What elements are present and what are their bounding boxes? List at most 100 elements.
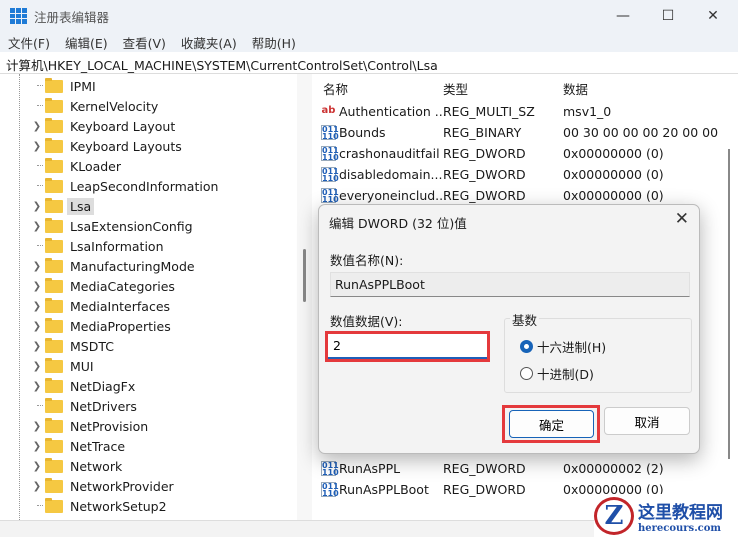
regedit-app-icon — [10, 8, 27, 24]
minimize-button[interactable]: — — [600, 0, 646, 32]
ok-button-highlight: 确定 — [502, 405, 600, 443]
tree-item[interactable]: ❯ NetTrace — [30, 436, 128, 456]
folder-icon — [45, 297, 63, 313]
chevron-right-icon[interactable]: ❯ — [30, 281, 44, 292]
value-data-highlight — [325, 331, 490, 362]
chevron-right-icon[interactable]: ❯ — [30, 261, 44, 272]
column-data[interactable]: 数据 — [563, 79, 588, 98]
tree-item[interactable]: ❯ MSDTC — [30, 336, 117, 356]
tree-guide-line — [19, 74, 20, 520]
maximize-button[interactable]: ☐ — [645, 0, 691, 32]
tree-item[interactable]: ❯ LsaExtensionConfig — [30, 216, 196, 236]
tree-scrollbar[interactable] — [297, 74, 312, 520]
chevron-right-icon[interactable]: ❯ — [30, 141, 44, 152]
chevron-right-icon[interactable]: ❯ — [30, 321, 44, 332]
menu-file[interactable]: 文件(F) — [8, 33, 50, 52]
list-row[interactable]: 011 110 Bounds REG_BINARY 00 30 00 00 00 20 … — [321, 122, 731, 143]
tree-item[interactable]: IPMI — [30, 76, 99, 96]
value-data: 00 30 00 00 00 20 00 00 — [563, 125, 719, 140]
folder-icon — [45, 477, 63, 493]
chevron-right-icon[interactable]: ❯ — [30, 441, 44, 452]
tree-item[interactable]: ❯ MediaProperties — [30, 316, 174, 336]
folder-icon — [45, 497, 63, 513]
value-name-label: 数值名称(N): — [330, 253, 404, 268]
menu-help[interactable]: 帮助(H) — [252, 33, 296, 52]
value-name: disabledomain... — [339, 167, 443, 182]
folder-icon — [45, 417, 63, 433]
chevron-right-icon[interactable]: ❯ — [30, 201, 44, 212]
string-value-icon: ab — [321, 105, 336, 116]
tree-item[interactable]: ❯ Network — [30, 456, 125, 476]
value-type: REG_BINARY — [443, 125, 522, 140]
menu-favorites[interactable]: 收藏夹(A) — [181, 33, 237, 52]
chevron-right-icon[interactable]: ❯ — [30, 341, 44, 352]
chevron-right-icon[interactable]: ❯ — [30, 381, 44, 392]
address-bar[interactable]: 计算机\HKEY_LOCAL_MACHINE\SYSTEM\CurrentCon… — [0, 52, 738, 74]
tree-item-label: MediaProperties — [70, 318, 171, 334]
chevron-right-icon[interactable]: ❯ — [30, 421, 44, 432]
value-data-label: 数值数据(V): — [330, 314, 403, 329]
tree-item[interactable]: ❯ Keyboard Layouts — [30, 136, 185, 156]
binary-value-icon: 011 110 — [321, 188, 339, 204]
tree-item[interactable]: NetDrivers — [30, 396, 140, 416]
menu-edit[interactable]: 编辑(E) — [65, 33, 108, 52]
close-button[interactable]: ✕ — [690, 0, 736, 32]
value-name: RunAsPPL — [339, 461, 401, 476]
tree-item[interactable]: LeapSecondInformation — [30, 176, 221, 196]
value-name: everyoneinclud... — [339, 188, 448, 203]
list-row[interactable]: 011 110 RunAsPPL REG_DWORD 0x00000002 (2) — [321, 458, 731, 479]
tree-item[interactable]: NetworkSetup2 — [30, 496, 170, 516]
tree-item[interactable]: ❯ ManufacturingMode — [30, 256, 198, 276]
dialog-close-icon[interactable]: ✕ — [675, 209, 689, 229]
tree-item-label: Keyboard Layouts — [70, 138, 182, 154]
value-type: REG_DWORD — [443, 482, 526, 497]
radio-hex[interactable]: 十六进制(H) — [520, 337, 606, 356]
tree-connector — [30, 181, 44, 192]
menu-view[interactable]: 查看(V) — [123, 33, 166, 52]
column-type[interactable]: 类型 — [443, 79, 468, 98]
radio-decimal[interactable]: 十进制(D) — [520, 364, 594, 383]
value-type: REG_DWORD — [443, 461, 526, 476]
tree-item[interactable]: LsaInformation — [30, 236, 167, 256]
folder-icon — [45, 457, 63, 473]
value-data: 0x00000000 (0) — [563, 188, 664, 203]
chevron-right-icon[interactable]: ❯ — [30, 461, 44, 472]
radio-hex-label: 十六进制(H) — [537, 340, 607, 355]
tree-item[interactable]: ❯ Lsa — [30, 196, 95, 216]
tree-item[interactable]: ❯ MediaInterfaces — [30, 296, 173, 316]
watermark: Z 这里教程网 herecours.com — [594, 494, 738, 537]
list-row[interactable]: ab Authentication ... REG_MULTI_SZ msv1_0 — [321, 101, 731, 122]
radio-selected-icon — [520, 340, 533, 353]
watermark-url: herecours.com — [638, 522, 722, 534]
chevron-right-icon[interactable]: ❯ — [30, 221, 44, 232]
tree-item[interactable]: KLoader — [30, 156, 124, 176]
tree-item[interactable]: ❯ NetworkProvider — [30, 476, 177, 496]
tree-item[interactable]: ❯ NetProvision — [30, 416, 151, 436]
list-row[interactable]: 011 110 disabledomain... REG_DWORD 0x0000000… — [321, 164, 731, 185]
column-name[interactable]: 名称 — [323, 79, 348, 98]
tree-item[interactable]: ❯ MUI — [30, 356, 97, 376]
list-row[interactable]: 011 110 crashonauditfail REG_DWORD 0x0000000… — [321, 143, 731, 164]
tree-item[interactable]: ❯ NetDiagFx — [30, 376, 138, 396]
list-scrollbar[interactable] — [722, 74, 738, 520]
ok-button[interactable]: 确定 — [509, 410, 594, 438]
chevron-right-icon[interactable]: ❯ — [30, 121, 44, 132]
chevron-right-icon[interactable]: ❯ — [30, 361, 44, 372]
chevron-right-icon[interactable]: ❯ — [30, 301, 44, 312]
tree-connector — [30, 401, 44, 412]
tree-item-label: Keyboard Layout — [70, 118, 176, 134]
cancel-button[interactable]: 取消 — [604, 407, 690, 435]
tree-connector — [30, 501, 44, 512]
menu-bar: 文件(F) 编辑(E) 查看(V) 收藏夹(A) 帮助(H) — [0, 32, 738, 52]
tree-item[interactable]: ❯ MediaCategories — [30, 276, 178, 296]
value-data-input[interactable] — [328, 334, 487, 359]
value-type: REG_DWORD — [443, 167, 526, 182]
radio-decimal-label: 十进制(D) — [537, 367, 594, 382]
list-row[interactable]: 011 110 everyoneinclud... REG_DWORD 0x000000… — [321, 185, 731, 206]
value-name: Authentication ... — [339, 104, 447, 119]
tree-item-label: NetDrivers — [70, 398, 137, 414]
chevron-right-icon[interactable]: ❯ — [30, 481, 44, 492]
value-name: RunAsPPLBoot — [339, 482, 429, 497]
tree-item[interactable]: ❯ Keyboard Layout — [30, 116, 178, 136]
tree-item[interactable]: KernelVelocity — [30, 96, 161, 116]
